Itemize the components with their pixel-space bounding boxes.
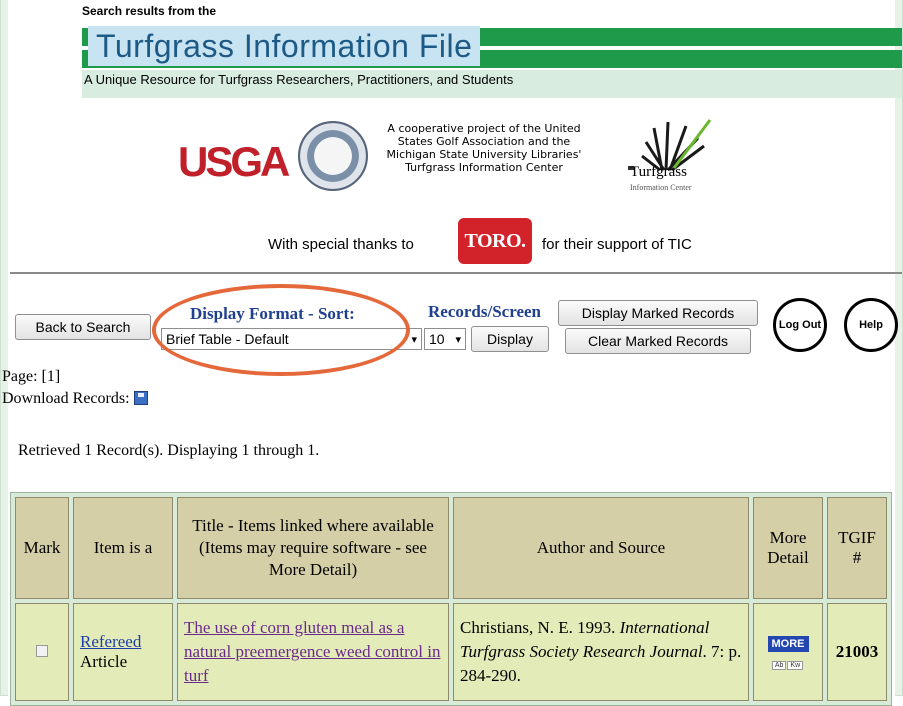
keywords-icon[interactable]: Kw <box>787 661 804 670</box>
more-detail-cell: MORE Ab Kw <box>753 603 823 701</box>
item-type-text: Article <box>80 652 128 671</box>
thanks-text: With special thanks to <box>268 236 414 253</box>
download-records-label: Download Records: <box>2 390 130 407</box>
turfgrass-logo-subtext: Information Center <box>630 183 692 192</box>
header-author-source: Author and Source <box>453 497 749 599</box>
records-per-screen-select[interactable]: 10 ▾ <box>424 328 466 350</box>
chevron-down-icon: ▾ <box>455 334 461 346</box>
abstract-icon[interactable]: Ab <box>771 661 787 670</box>
cooperative-text: A cooperative project of the United Stat… <box>386 122 582 174</box>
page-indicator: Page: [1] <box>2 368 61 385</box>
help-button[interactable]: Help <box>844 298 898 352</box>
clear-marked-records-button[interactable]: Clear Marked Records <box>565 328 751 354</box>
results-table: Mark Item is a Title - Items linked wher… <box>10 492 892 706</box>
header-tgif-number: TGIF # <box>827 497 887 599</box>
mark-checkbox[interactable] <box>36 645 48 657</box>
log-out-button[interactable]: Log Out <box>773 298 827 352</box>
records-per-screen-label: Records/Screen <box>428 302 541 321</box>
toro-logo: TORO. <box>458 218 532 264</box>
display-button[interactable]: Display <box>471 326 549 352</box>
usga-seal-icon <box>298 121 368 191</box>
header-item-type: Item is a <box>73 497 173 599</box>
usga-logo: USGA <box>178 138 290 185</box>
banner-caption: Search results from the <box>82 4 217 18</box>
mark-cell <box>15 603 69 701</box>
refereed-link[interactable]: Refereed <box>80 632 141 651</box>
item-type-cell: Refereed Article <box>73 603 173 701</box>
retrieved-count: Retrieved 1 Record(s). Displaying 1 thro… <box>18 442 320 459</box>
records-per-screen-value: 10 <box>429 331 445 347</box>
chevron-down-icon: ▾ <box>411 334 417 346</box>
author-text: Christians, N. E. 1993. <box>460 618 616 637</box>
thanks-text-end: for their support of TIC <box>542 236 692 253</box>
table-header-row: Mark Item is a Title - Items linked wher… <box>15 497 887 599</box>
title-cell: The use of corn gluten meal as a natural… <box>177 603 449 701</box>
banner-title: Turfgrass Information File <box>88 26 481 66</box>
display-marked-records-button[interactable]: Display Marked Records <box>558 300 758 326</box>
banner-subtitle: A Unique Resource for Turfgrass Research… <box>84 72 514 87</box>
download-records: Download Records: <box>2 390 148 408</box>
header-title: Title - Items linked where available (It… <box>177 497 449 599</box>
back-to-search-button[interactable]: Back to Search <box>15 314 151 340</box>
save-icon[interactable] <box>133 391 148 405</box>
divider <box>10 272 902 274</box>
header-mark: Mark <box>15 497 69 599</box>
record-title-link[interactable]: The use of corn gluten meal as a natural… <box>184 618 440 685</box>
author-source-cell: Christians, N. E. 1993. International Tu… <box>453 603 749 701</box>
turfgrass-logo-text: Turfgrass <box>630 164 687 180</box>
more-button[interactable]: MORE <box>767 636 809 652</box>
highlight-oval <box>152 284 410 376</box>
tgif-number-cell: 21003 <box>827 603 887 701</box>
header-more-detail: More Detail <box>753 497 823 599</box>
table-row: Refereed Article The use of corn gluten … <box>15 603 887 701</box>
